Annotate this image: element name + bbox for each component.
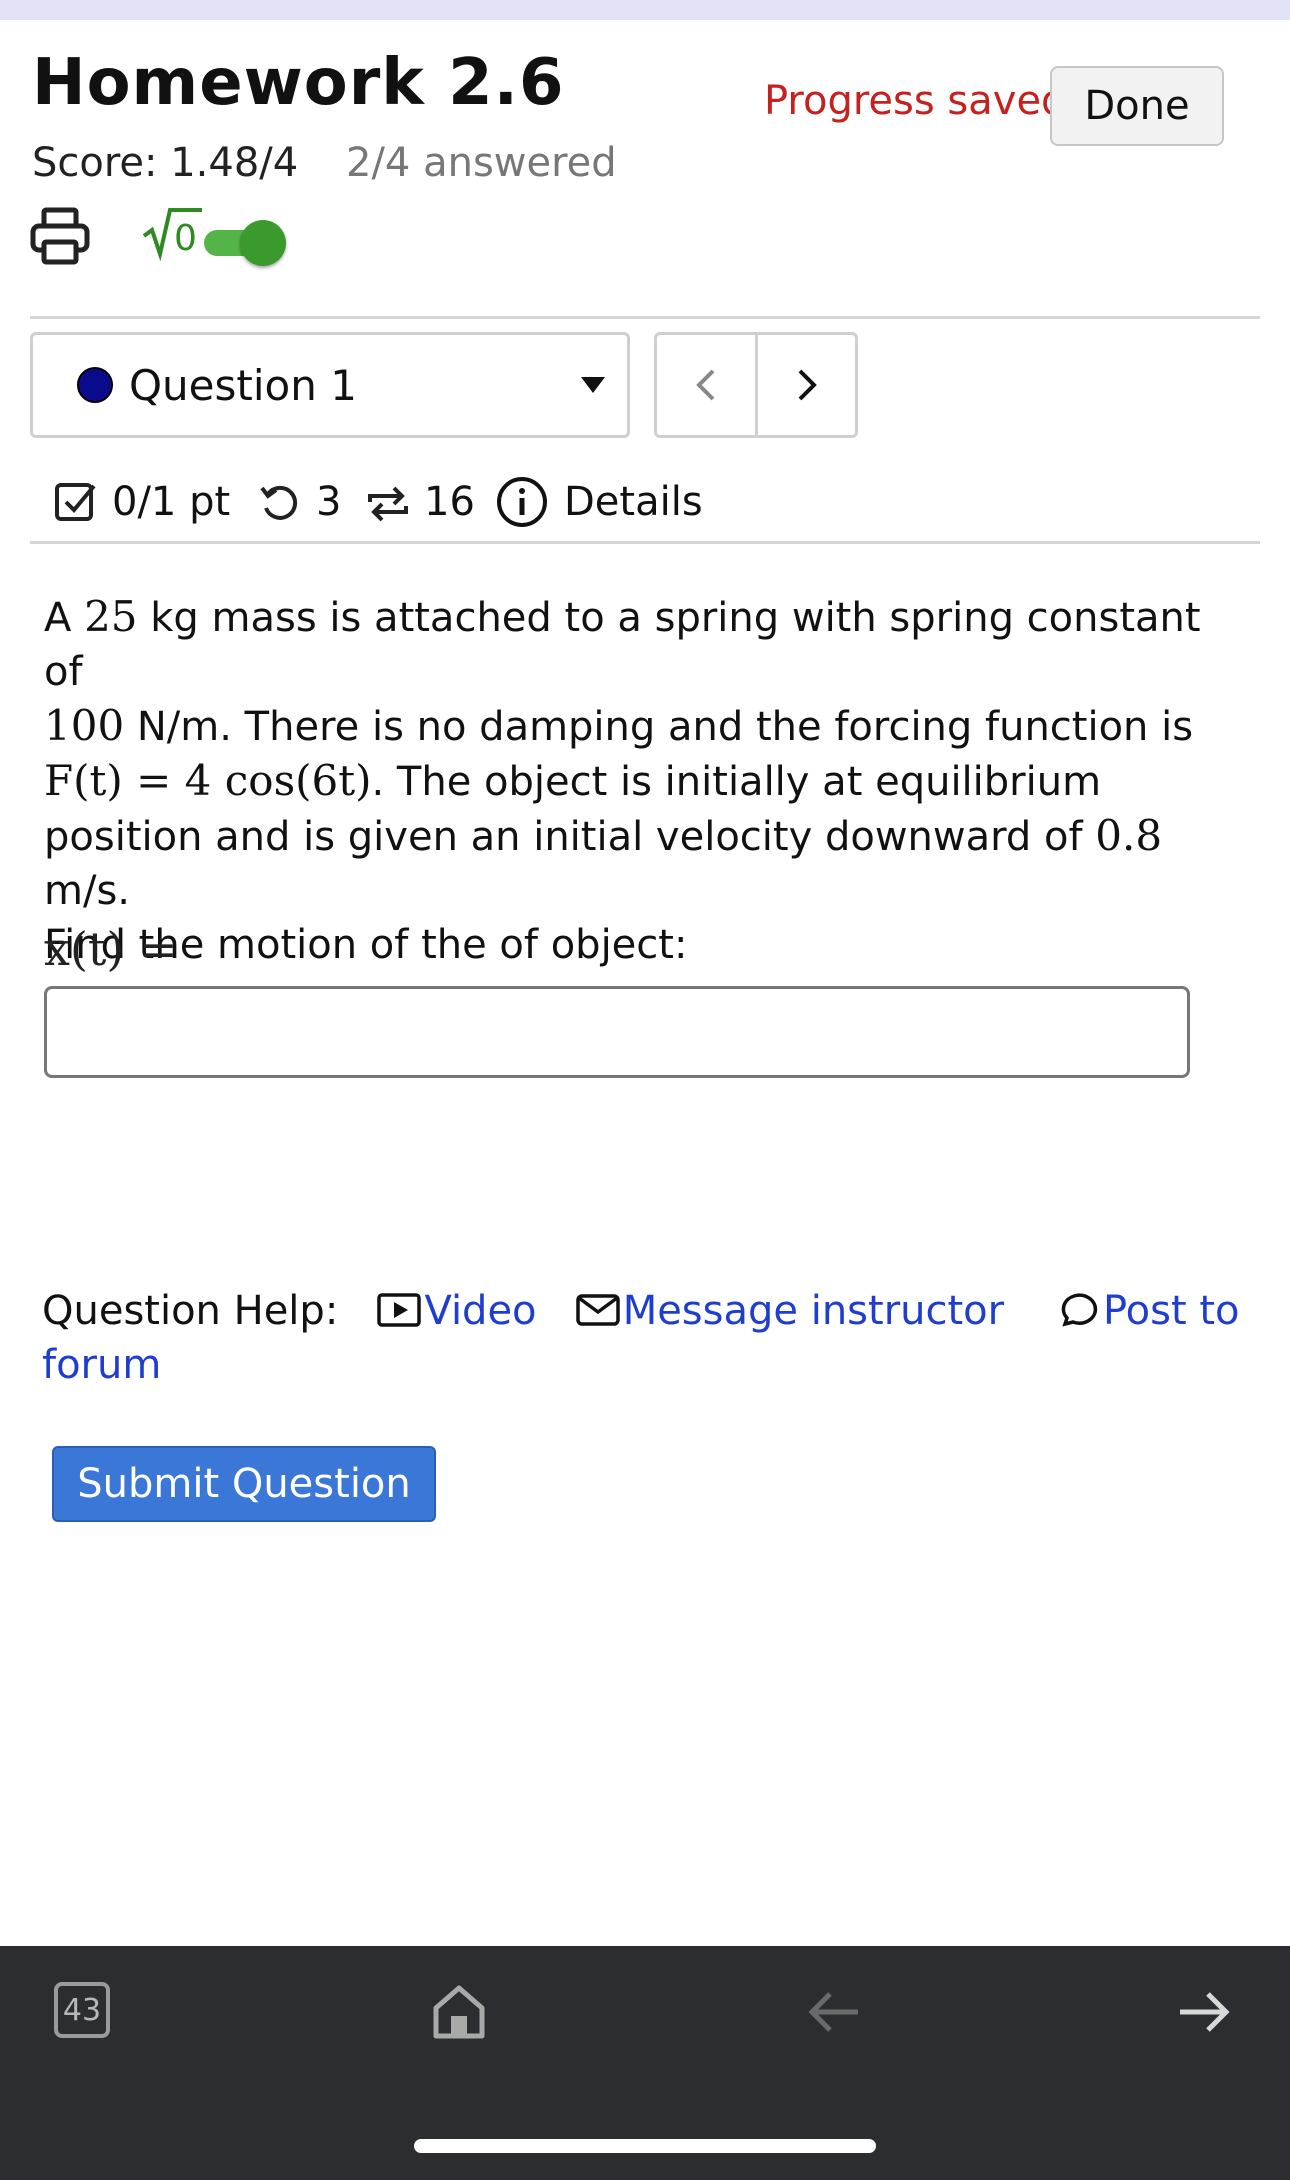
question-line-5: Find the motion of the of object: <box>44 922 688 968</box>
divider <box>30 541 1260 544</box>
message-instructor-link[interactable]: Message instructor <box>623 1288 1004 1334</box>
top-status-strip <box>0 0 1290 20</box>
mass-value: 25 <box>84 592 138 641</box>
spring-constant-value: 100 <box>44 701 125 750</box>
question-line-1: A 25 kg mass is attached to a spring wit… <box>44 592 1201 695</box>
question-select-label: Question 1 <box>129 361 357 410</box>
question-status-dot <box>77 367 113 403</box>
question-line-4: position and is given an initial velocit… <box>44 811 1163 914</box>
checkbox-icon <box>55 483 96 521</box>
next-question-button[interactable] <box>756 332 858 438</box>
progress-status: Progress saved <box>764 78 1067 124</box>
question-help-label: Question Help: <box>42 1288 339 1334</box>
toggle-knob <box>240 220 286 266</box>
answered-count: 2/4 answered <box>346 140 617 186</box>
video-icon[interactable] <box>376 1290 424 1330</box>
retry-icon <box>260 485 298 520</box>
score-text: Score: 1.48/4 <box>32 140 299 186</box>
question-line-2: 100 N/m. There is no damping and the for… <box>44 701 1194 750</box>
print-icon[interactable] <box>30 206 90 266</box>
svg-text:0: 0 <box>174 218 197 259</box>
attempts-count: 16 <box>424 479 475 525</box>
previous-question-button[interactable] <box>654 332 756 438</box>
dropdown-caret-icon <box>581 377 605 393</box>
velocity-value: 0.8 <box>1095 811 1163 860</box>
question-meta: 0/1 pt 3 16 Details <box>54 472 1254 532</box>
retries-count: 3 <box>316 479 342 525</box>
chevron-right-icon <box>798 369 817 401</box>
done-button[interactable]: Done <box>1050 66 1224 146</box>
mail-icon[interactable] <box>575 1290 623 1330</box>
attempts-icon <box>368 486 408 522</box>
math-entry-toggle-icon[interactable]: 0 <box>140 200 204 264</box>
chevron-left-icon <box>696 369 715 401</box>
details-link[interactable]: Details <box>564 472 703 532</box>
submit-question-button[interactable]: Submit Question <box>52 1446 436 1522</box>
info-icon[interactable] <box>494 474 550 530</box>
divider <box>30 316 1260 319</box>
chat-bubble-icon[interactable] <box>1055 1290 1103 1330</box>
answer-input[interactable] <box>44 986 1190 1078</box>
page-title: Homework 2.6 <box>32 46 565 120</box>
question-body: A 25 kg mass is attached to a spring wit… <box>44 590 1244 972</box>
back-arrow-icon[interactable] <box>806 1986 862 2038</box>
video-link[interactable]: Video <box>424 1288 536 1334</box>
forcing-function: F(t) = 4 cos(6t) <box>44 756 372 805</box>
forward-arrow-icon[interactable] <box>1176 1986 1232 2038</box>
home-icon[interactable] <box>430 1982 488 2042</box>
question-line-3: F(t) = 4 cos(6t). The object is initiall… <box>44 756 1102 805</box>
question-help: Question Help: Video Message instructor … <box>42 1284 1262 1392</box>
math-toggle-switch[interactable] <box>204 220 288 266</box>
points-text: 0/1 pt <box>112 479 231 525</box>
answer-label: x(t) = <box>44 922 178 976</box>
question-select[interactable]: Question 1 <box>30 332 630 438</box>
tab-count-button[interactable]: 43 <box>54 1982 110 2038</box>
home-indicator[interactable] <box>414 2139 876 2153</box>
